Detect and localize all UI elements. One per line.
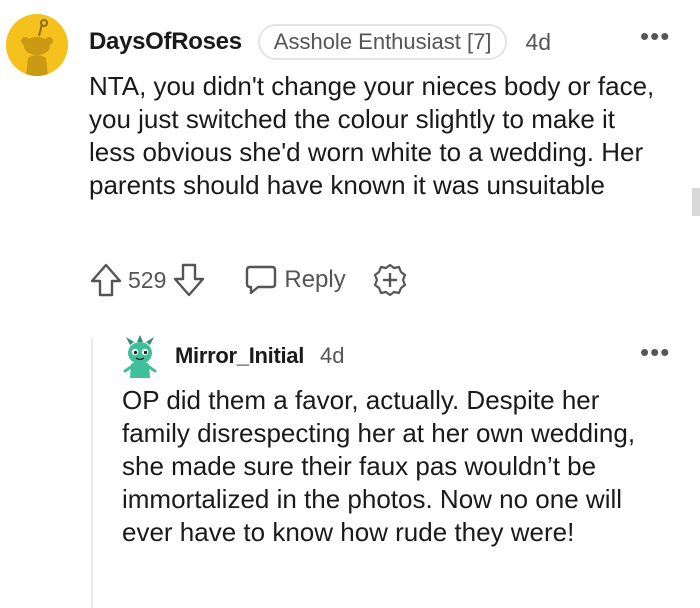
user-flair: Asshole Enthusiast [7] — [257, 24, 508, 60]
snoo-avatar[interactable] — [6, 14, 68, 76]
comment-thread: DaysOfRoses Asshole Enthusiast [7] 4d ••… — [0, 0, 700, 608]
comment-actions: 529 Reply — [89, 258, 408, 302]
comment-body: NTA, you didn't change your nieces body … — [89, 71, 655, 200]
dragon-avatar[interactable] — [120, 334, 160, 378]
username-link[interactable]: DaysOfRoses — [89, 28, 242, 56]
scrollbar[interactable] — [692, 188, 700, 216]
vote-score: 529 — [128, 266, 167, 293]
reply-header: Mirror_Initial 4d — [175, 340, 345, 372]
upvote-icon[interactable] — [89, 262, 123, 298]
reply-button[interactable]: Reply — [244, 263, 346, 297]
thread-line[interactable] — [91, 338, 93, 608]
reply-icon — [244, 263, 278, 297]
more-icon[interactable]: ••• — [640, 339, 670, 365]
reply-age[interactable]: 4d — [320, 343, 344, 369]
award-icon[interactable] — [372, 262, 408, 298]
comment-age[interactable]: 4d — [525, 29, 551, 56]
downvote-icon[interactable] — [172, 262, 206, 298]
reply-username-link[interactable]: Mirror_Initial — [175, 343, 304, 369]
reply-body: OP did them a favor, actually. Despite h… — [122, 385, 636, 547]
more-icon[interactable]: ••• — [640, 23, 670, 49]
comment-header: DaysOfRoses Asshole Enthusiast [7] 4d — [89, 22, 551, 62]
reply-label: Reply — [284, 266, 346, 293]
